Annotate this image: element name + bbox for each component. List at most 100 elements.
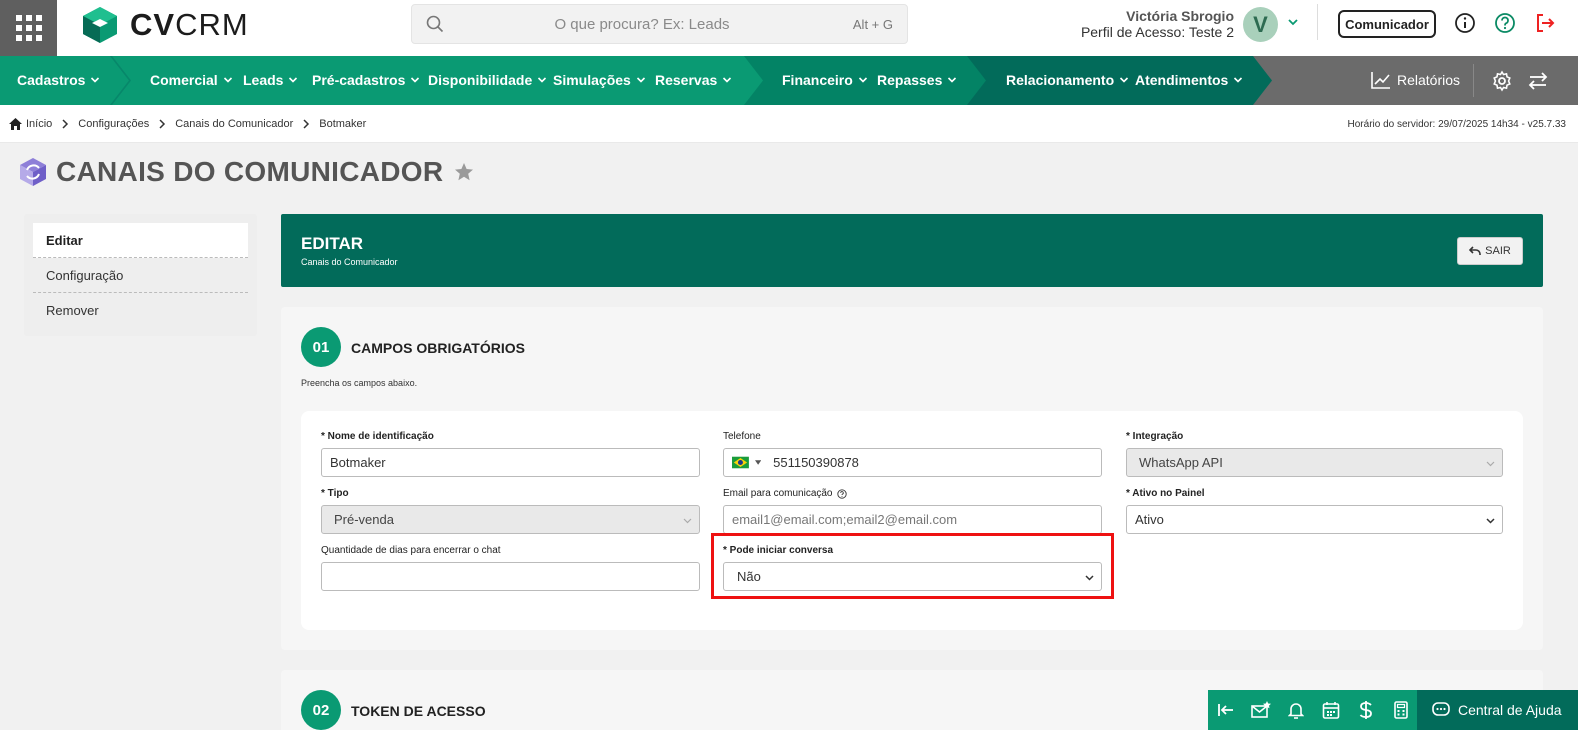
breadcrumb-configuracoes[interactable]: Configurações: [78, 118, 149, 130]
breadcrumb-current: Botmaker: [319, 118, 367, 130]
grid-dot-icon: [15, 15, 22, 21]
grid-dot-icon: [25, 15, 32, 21]
collapse-left-icon: [1217, 704, 1233, 716]
apps-menu-button[interactable]: [0, 0, 57, 56]
tipo-select[interactable]: Pré-venda: [321, 505, 700, 534]
page-header: CANAIS DO COMUNICADOR: [18, 156, 475, 188]
nav-cadastros[interactable]: Cadastros: [17, 72, 100, 88]
nav-reservas[interactable]: Reservas: [655, 72, 732, 88]
help-center-button[interactable]: Central de Ajuda: [1417, 690, 1578, 730]
nav-atendimentos[interactable]: Atendimentos: [1135, 72, 1243, 88]
avatar[interactable]: V: [1243, 7, 1278, 42]
communicator-button[interactable]: Comunicador: [1338, 10, 1436, 38]
chevron-down-icon: [223, 77, 232, 83]
undo-arrow-icon: [1469, 246, 1481, 255]
step-number: 02: [301, 690, 341, 730]
nome-identificacao-input[interactable]: [330, 455, 699, 470]
switch-arrows-icon[interactable]: [1527, 70, 1549, 92]
chevron-down-icon: [1120, 77, 1129, 83]
telefone-field[interactable]: [723, 448, 1102, 477]
nav-comercial[interactable]: Comercial: [150, 72, 233, 88]
chevron-down-icon: [636, 77, 645, 83]
financial-button[interactable]: [1348, 690, 1383, 730]
notifications-button[interactable]: [1278, 690, 1313, 730]
nav-disponibilidade[interactable]: Disponibilidade: [428, 72, 547, 88]
grid-dot-icon: [35, 15, 42, 21]
label-email: Email para comunicação: [723, 488, 847, 499]
email-comunicacao-input[interactable]: [732, 512, 1101, 527]
integracao-select[interactable]: WhatsApp API: [1126, 448, 1503, 477]
nav-leads[interactable]: Leads: [243, 72, 298, 88]
calendar-icon: [1322, 702, 1339, 719]
section-description: Preencha os campos abaixo.: [301, 378, 418, 388]
label-ativo: * Ativo no Painel: [1126, 488, 1205, 499]
question-circle-icon[interactable]: [836, 488, 847, 499]
nav-repasses[interactable]: Repasses: [877, 72, 957, 88]
chevron-down-icon[interactable]: [1285, 14, 1301, 30]
help-icon[interactable]: [1494, 12, 1516, 34]
nome-identificacao-field[interactable]: [321, 448, 700, 477]
help-center-label: Central de Ajuda: [1458, 702, 1562, 718]
search-input[interactable]: [452, 5, 832, 43]
chevron-down-icon: [1234, 77, 1243, 83]
caret-down-icon[interactable]: [754, 460, 762, 465]
nav-label: Repasses: [877, 72, 943, 88]
calculator-button[interactable]: [1383, 690, 1418, 730]
nav-label: Reservas: [655, 72, 718, 88]
breadcrumb-canais[interactable]: Canais do Comunicador: [175, 118, 293, 130]
nav-financeiro[interactable]: Financeiro: [782, 72, 868, 88]
collapse-left-button[interactable]: [1208, 690, 1243, 730]
side-menu-item-remover[interactable]: Remover: [33, 293, 248, 328]
breadcrumb-home[interactable]: Início: [26, 118, 52, 130]
gear-icon[interactable]: [1491, 70, 1513, 92]
logo-text-bold: CV: [130, 7, 176, 42]
dias-encerrar-input[interactable]: [330, 569, 699, 584]
info-icon[interactable]: [1454, 12, 1476, 34]
star-icon[interactable]: [453, 161, 475, 183]
chevron-down-icon: [1486, 518, 1495, 524]
telefone-input[interactable]: [773, 455, 1101, 470]
ativo-painel-select[interactable]: Ativo: [1126, 505, 1503, 534]
breadcrumb: Início Configurações Canais do Comunicad…: [9, 118, 366, 130]
page-title: CANAIS DO COMUNICADOR: [56, 156, 444, 187]
search-icon: [426, 15, 444, 33]
global-search[interactable]: Alt + G: [411, 4, 908, 44]
side-menu-item-editar[interactable]: Editar: [33, 223, 248, 258]
chevron-right-icon: [62, 119, 69, 129]
label-integracao: * Integração: [1126, 431, 1184, 442]
home-icon[interactable]: [9, 118, 22, 130]
bottom-toolbar: Central de Ajuda: [1208, 690, 1578, 730]
nav-relacionamento[interactable]: Relacionamento: [1006, 72, 1129, 88]
label-dias: Quantidade de dias para encerrar o chat: [321, 545, 501, 556]
exit-button[interactable]: SAIR: [1457, 237, 1523, 265]
chevron-down-icon: [411, 77, 420, 83]
dias-encerrar-field[interactable]: [321, 562, 700, 591]
step-number: 01: [301, 327, 341, 367]
nav-label: Pré-cadastros: [312, 72, 406, 88]
chart-line-icon: [1371, 72, 1390, 89]
tipo-value: Pré-venda: [334, 512, 394, 527]
nav-reports[interactable]: Relatórios: [1371, 71, 1460, 89]
ativo-painel-value: Ativo: [1135, 512, 1164, 527]
user-info[interactable]: Victória Sbrogio Perfil de Acesso: Teste…: [1081, 8, 1234, 40]
nav-pre-cadastros[interactable]: Pré-cadastros: [312, 72, 420, 88]
cvcrm-logo[interactable]: CVCRM: [80, 5, 249, 45]
highlight-annotation: [711, 533, 1114, 599]
side-menu-item-configuracao[interactable]: Configuração: [33, 258, 248, 293]
nav-label: Atendimentos: [1135, 72, 1229, 88]
grid-dot-icon: [25, 25, 32, 31]
logout-icon[interactable]: [1534, 12, 1556, 34]
label-email-text: Email para comunicação: [723, 488, 833, 499]
nav-simulacoes[interactable]: Simulações: [553, 72, 646, 88]
calendar-button[interactable]: [1313, 690, 1348, 730]
grid-dot-icon: [15, 25, 22, 31]
label-telefone: Telefone: [723, 431, 761, 442]
grid-dot-icon: [35, 35, 42, 41]
user-name: Victória Sbrogio: [1126, 8, 1234, 24]
edit-subtitle: Canais do Comunicador: [301, 257, 398, 267]
label-nome: * Nome de identificação: [321, 431, 434, 442]
mail-star-button[interactable]: [1243, 690, 1278, 730]
email-comunicacao-field[interactable]: [723, 505, 1102, 534]
nav-label: Disponibilidade: [428, 72, 533, 88]
brazil-flag-icon[interactable]: [732, 456, 749, 469]
